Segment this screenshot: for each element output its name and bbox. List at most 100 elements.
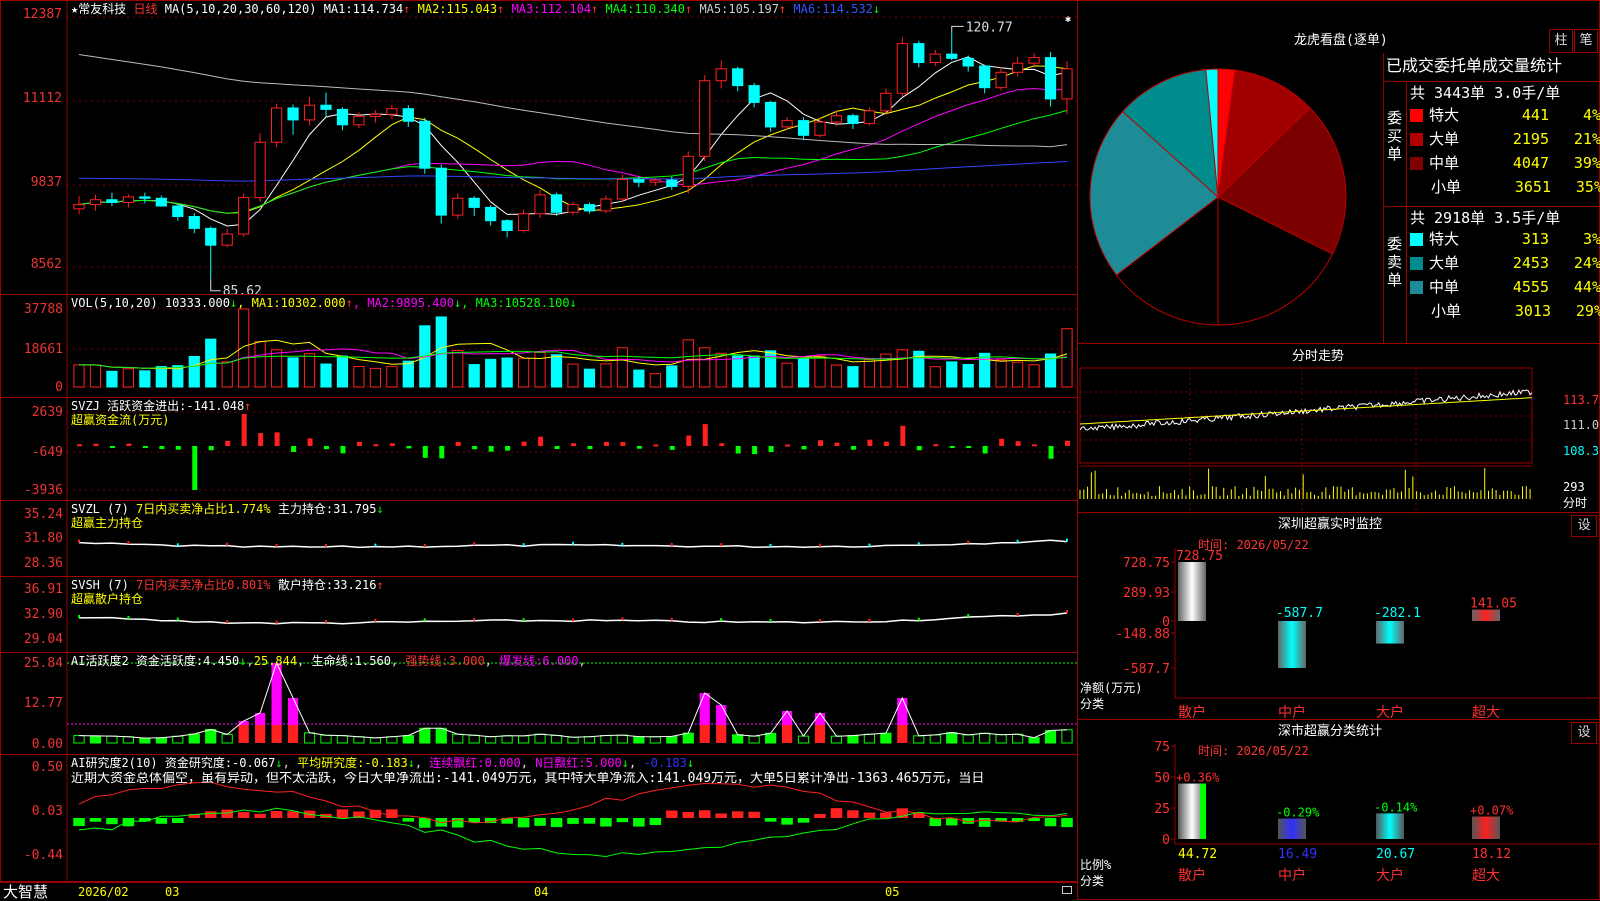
res-l1: 资金研究度:: [164, 756, 233, 770]
flow-bar: [126, 443, 132, 446]
research-bar: [336, 809, 349, 818]
research-bar: [221, 809, 233, 818]
research-bar: [122, 818, 135, 827]
flow-bar: [883, 441, 889, 446]
high-marker: [951, 25, 964, 33]
candle-body: [567, 204, 579, 213]
stock-name[interactable]: 常友科技: [78, 2, 126, 16]
holding-tick: [522, 543, 525, 547]
ai-activity-chart[interactable]: [1, 653, 1079, 756]
bar-mode-button[interactable]: 柱: [1549, 29, 1573, 53]
vol-ma-arrow: ↓: [569, 296, 577, 310]
stats-row: 中单 4555 44%: [1410, 278, 1600, 296]
res-l2: 平均研究度:: [297, 756, 365, 770]
ai2-v4: 3.000: [448, 654, 485, 668]
dragon-panel[interactable]: 龙虎看盘(逐单) 柱 笔 已成交委托单成交量统计 委买单 共 3443单 3.0…: [1077, 0, 1600, 344]
research-bar: [254, 813, 266, 818]
holding-tick: [473, 617, 476, 621]
x-tick: 04: [534, 885, 549, 899]
volume-bar: [946, 361, 958, 388]
activity-bar: [534, 733, 546, 744]
candle-body: [764, 101, 777, 128]
holding-tick: [769, 543, 772, 547]
activity-bar: [600, 735, 612, 744]
svzl-panel[interactable]: SVZL (7) 7日内买卖净占比1.774% 主力持仓:31.795↓ 超赢主…: [0, 500, 1078, 578]
y-tick: -0.44: [23, 848, 63, 863]
flow-bar: [702, 424, 708, 446]
activity-bar: [303, 732, 316, 744]
bar-value-label: -282.1: [1374, 606, 1421, 621]
tick-mode-button[interactable]: 笔: [1574, 29, 1598, 53]
volume-bar: [369, 367, 382, 388]
intraday-chart[interactable]: [1078, 344, 1600, 514]
svzl-header: SVZL (7) 7日内买卖净占比1.774% 主力持仓:31.795↓: [71, 502, 384, 516]
intraday-y-tick: 111.0: [1563, 418, 1600, 432]
volume-bar: [254, 341, 266, 388]
sz-stats-panel[interactable]: 深市超赢分类统计 设 时间: 2026/05/22 75 50 25 0 +0.36% 4…: [1077, 719, 1600, 900]
flow-bar: [768, 446, 774, 453]
flow-bar: [472, 446, 478, 450]
sz-monitor-panel[interactable]: 深圳超赢实时监控 设 时间: 2026/05/22 728.75 289.93 0-…: [1077, 512, 1600, 721]
candle-body: [386, 108, 398, 115]
activity-bar: [748, 735, 760, 744]
row-count: 2453: [1512, 254, 1549, 272]
sz-stats-ylabel: 比例%: [1080, 858, 1112, 872]
flow-bar: [439, 446, 445, 459]
flow-bar: [324, 446, 329, 450]
svsh-header: SVSH (7) 7日内买卖净占比0.801% 散户持仓:33.216↑: [71, 578, 384, 592]
candle-body: [929, 53, 941, 63]
flow-bar: [966, 446, 972, 448]
ma-title: MA(5,10,20,30,60,120): [164, 2, 317, 16]
holding-tick: [423, 618, 426, 622]
y-tick: 8562: [30, 257, 62, 272]
research-bar: [550, 818, 563, 828]
research-bar: [748, 811, 760, 818]
research-bar: [649, 818, 662, 826]
vol-ma-value: 10528.100: [504, 296, 570, 310]
volume-bar: [748, 355, 760, 388]
holding-tick: [967, 613, 970, 617]
flow-bar: [1015, 441, 1021, 446]
row-pct: 39%: [1573, 154, 1600, 172]
kline-chart[interactable]: 120.7785.62: [1, 1, 1079, 296]
activity-bar: [255, 725, 266, 743]
flow-bar: [274, 432, 280, 446]
period-label[interactable]: 日线: [133, 2, 157, 16]
candle-body: [616, 178, 629, 200]
flow-bar: [752, 446, 758, 455]
research-bar: [929, 818, 942, 827]
stats-row: 大单 2195 21%: [1410, 130, 1600, 148]
volume-panel[interactable]: VOL(5,10,20) 10333.000 ↓ , MA1:10302.000↑,…: [0, 294, 1079, 399]
ai-research-panel[interactable]: AI研究度2(10) 资金研究度:-0.067↓, 平均研究度:-0.183↓,…: [0, 754, 1078, 883]
volume-bar: [929, 366, 941, 388]
flow-bar: [307, 438, 313, 446]
sz-monitor-xlabel: 分类: [1080, 697, 1105, 711]
holding-tick: [127, 615, 130, 619]
row-name: 中单: [1429, 278, 1460, 296]
intraday-panel[interactable]: 分时走势 113.7 111.0 108.3 293 分时: [1077, 343, 1600, 514]
activity-bar: [287, 698, 299, 725]
volume-chart[interactable]: [1, 295, 1079, 399]
stats-row: 大单 2453 24%: [1410, 254, 1600, 272]
activity-bar: [550, 734, 563, 744]
sz-monitor-ylabel: 净额(万元): [1080, 681, 1143, 695]
volume-bar: [1028, 364, 1040, 388]
candle-body: [962, 57, 974, 67]
candle-body: [649, 179, 661, 183]
volume-bar: [106, 370, 118, 388]
volume-bar: [781, 362, 793, 388]
res-a1: ↓: [275, 756, 283, 770]
holding-tick: [127, 541, 130, 545]
research-bar: [386, 809, 398, 818]
svzj-panel[interactable]: SVZJ 活跃资金进出:-141.048↑ 超赢资金流(万元) 2639 -64…: [0, 397, 1079, 502]
research-bar: [106, 818, 118, 825]
svsh-panel[interactable]: SVSH (7) 7日内买卖净占比0.801% 散户持仓:33.216↑ 超赢散…: [0, 576, 1078, 654]
ai-activity-panel[interactable]: AI活跃度2 资金活跃度:4.450↓,25.844, 生命线:1.560, 强…: [0, 652, 1079, 756]
y-tick-label: -587.7: [1123, 662, 1170, 677]
research-bar: [978, 818, 991, 827]
main-kline-panel[interactable]: 120.77 85.62 ★常友科技 日线 MA(5,10,20,30,60,12…: [0, 0, 1079, 296]
ai2-v2: 25.844: [253, 654, 298, 668]
candle-body: [336, 108, 349, 126]
sell-total: 共 2918单 3.5手/单: [1410, 209, 1561, 227]
activity-bar: [369, 737, 382, 744]
